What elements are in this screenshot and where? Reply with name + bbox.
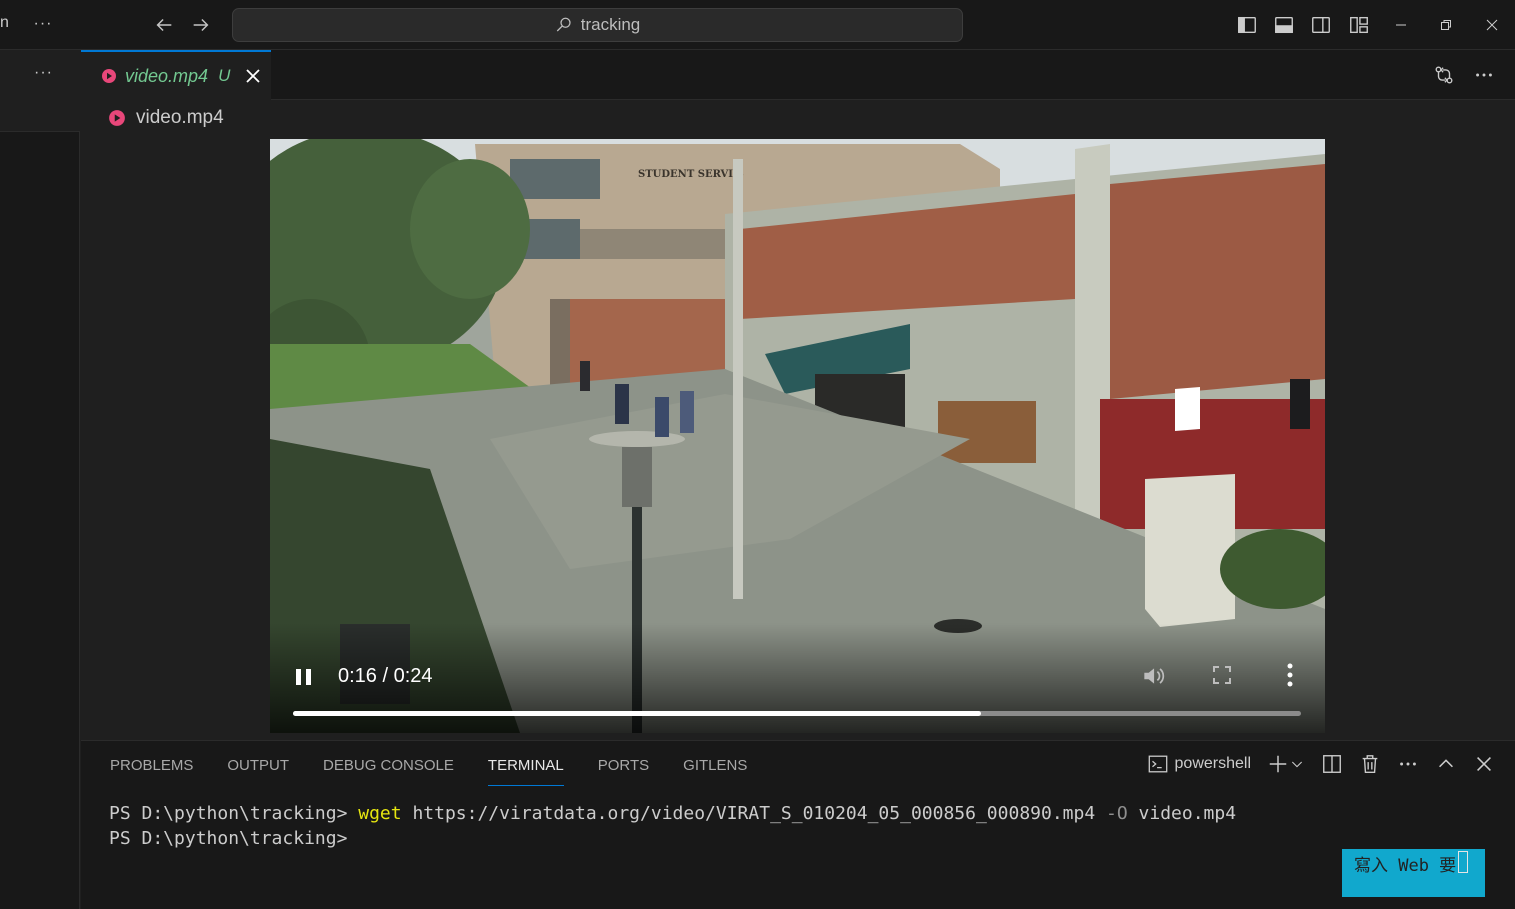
toggle-panel-button[interactable] — [1271, 12, 1297, 38]
toggle-primary-sidebar-button[interactable] — [1234, 12, 1260, 38]
restore-button[interactable] — [1433, 12, 1459, 38]
video-options-button[interactable] — [1280, 661, 1300, 689]
shell-name: powershell — [1174, 755, 1251, 772]
editor-tab-bar: video.mp4 U — [81, 50, 1515, 100]
customize-layout-button[interactable] — [1346, 12, 1372, 38]
fullscreen-button[interactable] — [1210, 663, 1234, 687]
terminal-prompt: PS D:\python\tracking> — [109, 828, 348, 849]
text-cursor — [1458, 851, 1469, 873]
close-icon — [1486, 19, 1498, 31]
tab-problems[interactable]: PROBLEMS — [110, 757, 193, 787]
ellipsis-icon[interactable] — [1397, 753, 1419, 775]
tab-debug-console[interactable]: DEBUG CONSOLE — [323, 757, 454, 787]
video-progress-bar[interactable] — [293, 711, 1301, 716]
terminal-flag: -O — [1106, 803, 1128, 824]
back-button[interactable] — [151, 11, 177, 39]
close-window-button[interactable] — [1479, 12, 1505, 38]
restore-icon — [1441, 20, 1451, 30]
sidebar-right-icon — [1312, 16, 1330, 34]
tab-terminal[interactable]: TERMINAL — [487, 757, 564, 787]
breadcrumb-file[interactable]: video.mp4 — [136, 107, 224, 129]
forward-button[interactable] — [188, 11, 214, 39]
open-changes-button[interactable] — [1431, 62, 1457, 88]
breadcrumb[interactable]: video.mp4 — [108, 104, 224, 132]
kebab-menu-icon — [1287, 663, 1293, 687]
plus-icon — [1269, 755, 1287, 773]
video-controls: 0:16 / 0:24 — [270, 623, 1325, 733]
video-file-icon — [102, 69, 116, 83]
untracked-flag: U — [218, 66, 231, 85]
minimize-button[interactable] — [1388, 12, 1414, 38]
search-text: tracking — [580, 15, 641, 34]
volume-button[interactable] — [1140, 663, 1166, 689]
arrow-left-icon — [156, 18, 172, 32]
panel-bottom-icon — [1275, 16, 1293, 34]
fullscreen-icon — [1213, 666, 1231, 684]
building-sign: STUDENT SERVI S — [638, 169, 744, 180]
tab-output[interactable]: OUTPUT — [227, 757, 289, 787]
split-terminal-icon[interactable] — [1321, 753, 1343, 775]
menu-fragment[interactable]: n — [0, 14, 9, 32]
pause-button[interactable] — [292, 665, 316, 689]
video-player[interactable]: STUDENT SERVI S 0:16 / 0:24 — [270, 139, 1325, 733]
tab-gitlens[interactable]: GITLENS — [683, 757, 747, 787]
arrow-right-icon — [193, 18, 209, 32]
trash-icon[interactable] — [1359, 753, 1381, 775]
terminal-url: https://viratdata.org/video/VIRAT_S_0102… — [401, 803, 1107, 824]
search-icon — [556, 17, 571, 32]
video-progress-fill — [293, 711, 982, 716]
video-file-icon — [109, 110, 125, 126]
sidebar-header: ··· — [0, 50, 80, 132]
pause-icon — [296, 669, 311, 685]
terminal-prompt: PS D:\python\tracking> — [109, 803, 359, 824]
title-bar: n ··· tracking — [0, 0, 1515, 50]
sidebar-more-button[interactable]: ··· — [34, 64, 53, 82]
terminal-shell-selector[interactable]: powershell — [1147, 753, 1251, 775]
editor-more-actions-button[interactable] — [1471, 62, 1497, 88]
bottom-panel: PROBLEMS OUTPUT DEBUG CONSOLE TERMINAL PORTS… — [81, 740, 1515, 909]
minimize-icon — [1396, 24, 1406, 26]
terminal-output-file: video.mp4 — [1127, 803, 1237, 824]
sidebar-left-icon — [1238, 16, 1256, 34]
sidebar: ··· — [0, 50, 80, 909]
toggle-secondary-sidebar-button[interactable] — [1308, 12, 1334, 38]
tab-label: video.mp4 — [125, 65, 209, 86]
tab-video-mp4[interactable]: video.mp4 U — [81, 50, 271, 100]
panel-tabs: PROBLEMS OUTPUT DEBUG CONSOLE TERMINAL PORTS… — [110, 757, 747, 787]
panel-actions: powershell — [1147, 753, 1495, 775]
video-time: 0:16 / 0:24 — [338, 665, 433, 687]
close-icon[interactable] — [1473, 753, 1495, 775]
ime-text: 寫入 Web 要 — [1354, 856, 1457, 876]
command-center-search[interactable]: tracking — [232, 8, 963, 42]
terminal-output[interactable]: PS D:\python\tracking> wget https://vira… — [109, 801, 1236, 851]
chevron-down-icon — [1291, 761, 1303, 768]
new-terminal-button[interactable] — [1267, 753, 1305, 775]
terminal-icon — [1148, 755, 1167, 773]
close-tab-icon[interactable] — [244, 67, 262, 85]
layout-grid-icon — [1350, 16, 1368, 34]
volume-icon — [1144, 668, 1165, 684]
tab-ports[interactable]: PORTS — [598, 757, 649, 787]
compare-changes-icon — [1435, 66, 1453, 84]
ime-composition-box: 寫入 Web 要 — [1342, 849, 1485, 897]
ellipsis-icon — [1476, 73, 1492, 77]
chevron-up-icon[interactable] — [1435, 753, 1457, 775]
terminal-command: wget — [358, 803, 402, 824]
more-menu-button[interactable]: ··· — [30, 10, 56, 38]
